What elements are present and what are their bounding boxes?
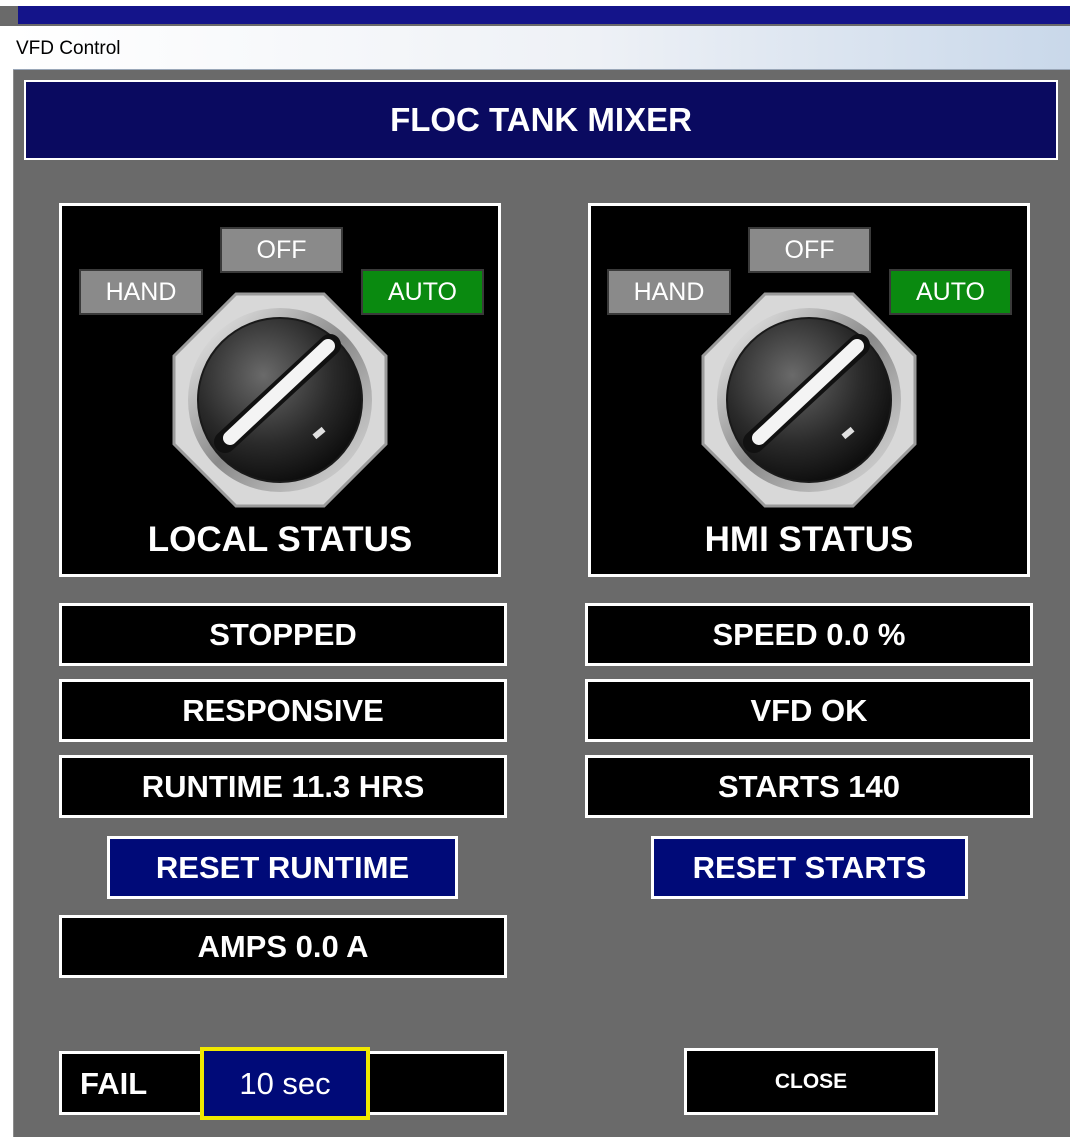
window-title: VFD Control bbox=[16, 38, 121, 59]
run-state-indicator: STOPPED bbox=[59, 603, 507, 666]
vfd-state-indicator: VFD OK bbox=[585, 679, 1033, 742]
selector-switch-icon bbox=[701, 292, 917, 508]
starts-indicator: STARTS 140 bbox=[585, 755, 1033, 818]
hmi-status-caption: HMI STATUS bbox=[704, 520, 914, 559]
reset-runtime-button[interactable]: RESET RUNTIME bbox=[107, 836, 458, 899]
window-left-border-line bbox=[13, 26, 14, 1137]
top-bar-strip bbox=[18, 6, 1070, 24]
window-left-border bbox=[0, 26, 14, 1137]
hmi-off-label[interactable]: OFF bbox=[748, 227, 871, 273]
runtime-indicator: RUNTIME 11.3 HRS bbox=[59, 755, 507, 818]
close-button[interactable]: CLOSE bbox=[684, 1048, 938, 1115]
selector-switch-icon bbox=[172, 292, 388, 508]
comm-state-indicator: RESPONSIVE bbox=[59, 679, 507, 742]
window-title-bar[interactable] bbox=[13, 26, 1070, 70]
local-status-caption: LOCAL STATUS bbox=[147, 520, 413, 559]
reset-starts-button[interactable]: RESET STARTS bbox=[651, 836, 968, 899]
speed-indicator: SPEED 0.0 % bbox=[585, 603, 1033, 666]
fail-time-input[interactable]: 10 sec bbox=[200, 1047, 370, 1120]
hmi-selector-knob[interactable] bbox=[699, 290, 919, 510]
fail-label: FAIL bbox=[80, 1066, 148, 1101]
local-off-label: OFF bbox=[220, 227, 343, 273]
local-selector-knob[interactable] bbox=[170, 290, 390, 510]
page-title: FLOC TANK MIXER bbox=[24, 80, 1058, 160]
amps-indicator: AMPS 0.0 A bbox=[59, 915, 507, 978]
